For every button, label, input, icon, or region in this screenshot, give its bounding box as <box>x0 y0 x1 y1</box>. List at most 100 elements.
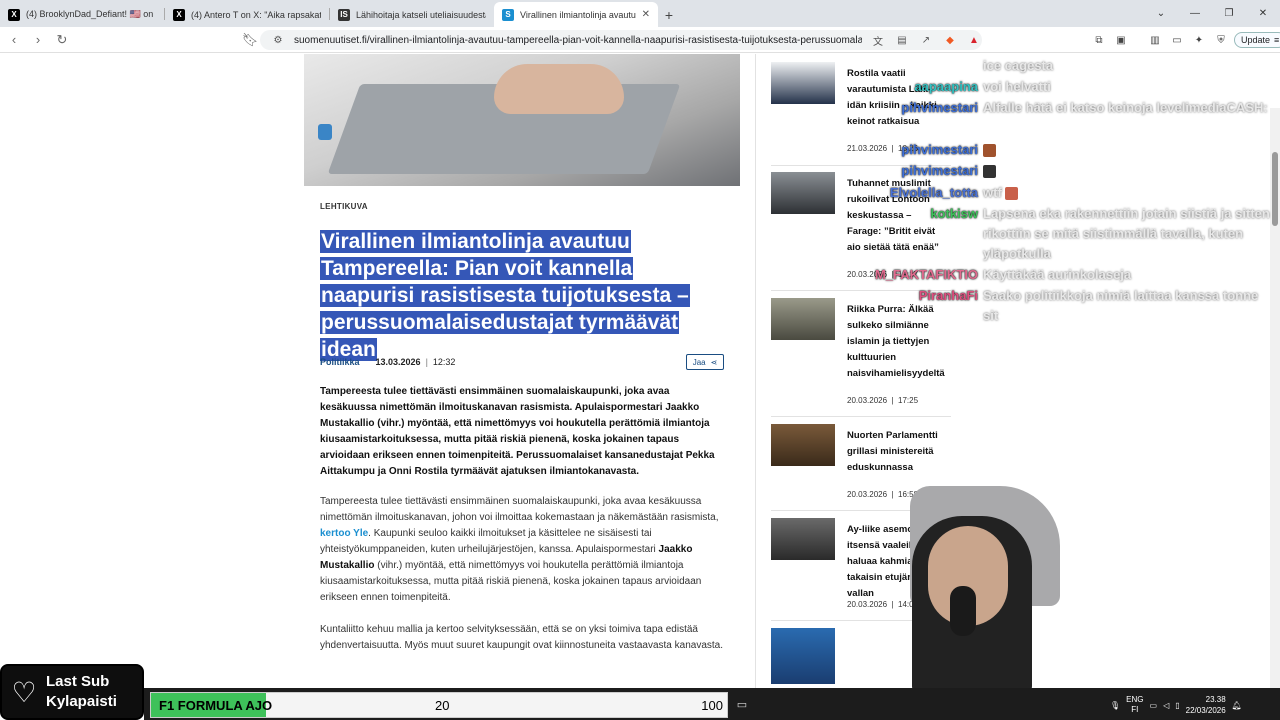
mic-tray-icon[interactable]: 🎙︎ <box>1110 701 1120 710</box>
browser-tab-4[interactable]: S Virallinen ilmiantolinja avautuu Tampe… <box>494 2 658 27</box>
cup-shape <box>318 124 332 140</box>
translate-icon[interactable]: 文 <box>870 33 886 48</box>
image-credit: LEHTIKUVA <box>320 202 368 211</box>
minimize-icon[interactable]: — <box>1178 0 1212 27</box>
chat-text: Lapsena eka rakennettiin jotain siistiä … <box>983 206 1270 261</box>
screenshot-icon[interactable]: ▣ <box>1112 31 1130 49</box>
article-headline: Virallinen ilmiantolinja avautuu Tampere… <box>320 228 720 363</box>
update-button[interactable]: Update ≡ <box>1234 32 1280 48</box>
emote-icon <box>983 144 996 158</box>
goal-label: F1 FORMULA AJO <box>159 698 273 713</box>
tab-title: (4) BrooklynDad_Defiant! 🇺🇸 on X: " <box>26 9 156 19</box>
wallet-icon[interactable]: ▭ <box>1168 31 1186 49</box>
publish-time: 12:32 <box>432 357 456 367</box>
news-thumbnail <box>771 172 835 214</box>
emote-icon <box>983 165 996 179</box>
chat-text: wtf <box>983 183 1273 203</box>
stream-chat-overlay: ice cagesta aapaapina voi helvatti pihvi… <box>862 54 1280 354</box>
meta-separator: | <box>425 357 428 367</box>
news-title[interactable]: Nuorten Parlamentti grillasi ministereit… <box>847 428 947 476</box>
news-thumbnail <box>771 424 835 466</box>
maximize-icon[interactable]: ❐ <box>1212 0 1246 27</box>
lang-bottom: FI <box>1131 705 1139 714</box>
headline-text: Virallinen ilmiantolinja avautuu Tampere… <box>320 230 690 361</box>
close-tab-icon[interactable]: ✕ <box>642 9 650 20</box>
goal-current: 20 <box>435 698 450 713</box>
reader-icon[interactable]: ▤ <box>894 35 910 46</box>
new-tab-button[interactable]: + <box>658 2 680 27</box>
brave-rewards-icon[interactable]: ▲ <box>966 35 982 46</box>
chat-username: Elvolella_totta <box>889 185 978 200</box>
news-date: 20.03.2026 | 17:25 <box>847 396 919 405</box>
battery-icon[interactable]: ▯ <box>1175 701 1179 710</box>
volume-icon[interactable]: ◁ <box>1163 701 1169 710</box>
reload-icon[interactable]: ↻ <box>52 30 72 50</box>
article: LEHTIKUVA Virallinen ilmiantolinja avaut… <box>304 54 740 651</box>
last-sub-text: Last Sub Kylapaisti <box>46 672 117 712</box>
column-divider <box>755 54 756 688</box>
vpn-icon[interactable]: ⛨ <box>1212 31 1230 49</box>
chat-text: ice cagesta <box>983 58 1054 73</box>
toolbar-right: ⧉ ▣ ▥ ▭ ✦ ⛨ Update ≡ <box>1090 31 1280 49</box>
update-label: Update <box>1241 35 1271 45</box>
address-bar[interactable]: ⚙ suomenuutiset.fi/virallinen-ilmiantoli… <box>260 30 982 50</box>
article-hero-image <box>304 54 740 186</box>
suomenuutiset-icon: S <box>502 8 514 21</box>
chat-text: Alfalle hätä ei katso keinoja levelimedi… <box>983 100 1268 115</box>
forward-icon[interactable]: › <box>28 30 48 50</box>
microphone-shape <box>950 586 976 636</box>
tab-title: Lähihoitaja katseli uteliaisuudesta sa <box>356 9 486 20</box>
share-page-icon[interactable]: ↗ <box>918 35 934 46</box>
browser-tab-1[interactable]: X (4) BrooklynDad_Defiant! 🇺🇸 on X: " <box>0 2 164 27</box>
chat-text <box>983 140 1273 160</box>
share-button[interactable]: Jaa ⋖ <box>686 354 724 370</box>
leo-ai-icon[interactable]: ✦ <box>1190 31 1208 49</box>
brave-shield-icon[interactable]: ◆ <box>942 35 958 46</box>
article-lead: Tampereesta tulee tiettävästi ensimmäine… <box>320 386 715 477</box>
tab-search-icon[interactable]: ⌄ <box>1144 0 1178 27</box>
language-indicator[interactable]: ENG FI <box>1126 695 1143 715</box>
chat-username: pihvimestari <box>901 100 978 115</box>
close-window-icon[interactable]: ✕ <box>1246 0 1280 27</box>
chat-text: voi helvatti <box>983 79 1051 94</box>
site-logo-icon: IS <box>338 8 350 21</box>
paragraph-text: . Kaupunki seuloo kaikki ilmoitukset ja … <box>320 528 659 555</box>
tab-title: Virallinen ilmiantolinja avautuu Tampe <box>520 9 636 20</box>
chat-username: aapaapina <box>914 79 978 94</box>
back-icon[interactable]: ‹ <box>4 30 24 50</box>
menu-icon: ≡ <box>1274 35 1280 45</box>
heart-icon: ♡ <box>11 676 37 708</box>
news-divider <box>771 416 951 417</box>
sidebar-icon[interactable]: ▥ <box>1146 31 1164 49</box>
chat-text <box>983 161 1273 181</box>
article-meta: Politiikka 13.03.2026 | 12:32 Jaa ⋖ <box>320 354 724 370</box>
paragraph-text: (vihr.) myöntää, että nimettömyys voi ho… <box>320 560 702 603</box>
goal-max: 100 <box>701 698 723 713</box>
chat-username: pihvimestari <box>901 163 978 178</box>
yle-link[interactable]: kertoo Yle <box>320 528 368 539</box>
url-text: suomenuutiset.fi/virallinen-ilmiantolinj… <box>294 34 862 46</box>
chat-text-content: wtf <box>983 185 1002 200</box>
publish-date: 13.03.2026 <box>375 357 421 367</box>
news-thumbnail <box>771 298 835 340</box>
news-date-value: 20.03.2026 <box>847 396 888 405</box>
share-label: Jaa <box>692 357 706 367</box>
bookmark-icon[interactable]: 🔖︎ <box>240 30 260 50</box>
category-link[interactable]: Politiikka <box>320 357 360 367</box>
browser-tab-3[interactable]: IS Lähihoitaja katseli uteliaisuudesta s… <box>330 2 494 27</box>
chat-text: Saako politiikkoja nimiä laittaa kanssa … <box>983 288 1259 323</box>
system-clock[interactable]: 23.38 22/03/2026 <box>1186 694 1226 716</box>
site-info-icon[interactable]: ⚙ <box>270 35 286 46</box>
tab-title: (4) Antero T on X: "Aika rapsakat luke <box>191 9 321 20</box>
network-icon[interactable]: ▭ <box>1150 701 1158 710</box>
notification-icon[interactable]: 🔔︎ <box>1232 701 1242 710</box>
last-sub-name: Kylapaisti <box>46 693 117 710</box>
chat-username: pihvimestari <box>901 142 978 157</box>
emote-icon <box>1005 187 1019 201</box>
goal-progress-bar: F1 FORMULA AJO 20 100 <box>150 692 728 718</box>
browser-tab-2[interactable]: X (4) Antero T on X: "Aika rapsakat luke <box>165 2 329 27</box>
hand-shape <box>494 64 624 114</box>
terminal-icon[interactable]: ▭ <box>733 696 751 712</box>
chat-username: M_FAKTAFIKTIO <box>874 267 978 282</box>
extensions-icon[interactable]: ⧉ <box>1090 31 1108 49</box>
